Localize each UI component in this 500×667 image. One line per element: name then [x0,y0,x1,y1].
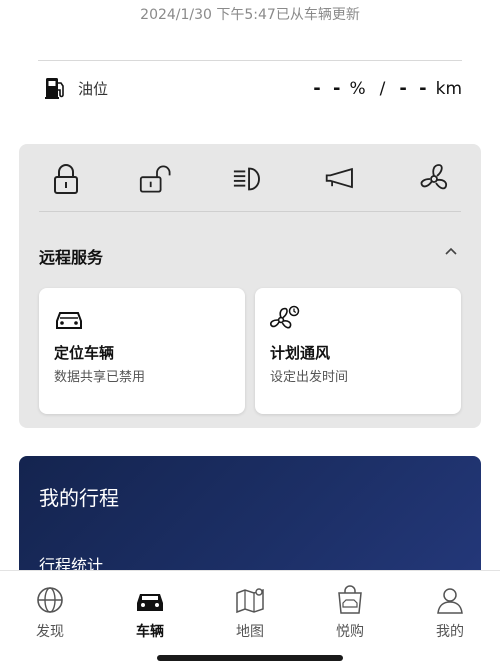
tab-discover[interactable]: 发现 [10,585,90,641]
range-value: - - [399,77,430,99]
tab-label: 发现 [36,624,64,640]
unlock-icon [139,165,171,193]
headlight-button[interactable] [232,162,268,196]
fuel-values: - - % / - - km [313,78,462,99]
home-indicator [157,655,343,661]
remote-control-card: 远程服务 定位车辆 数据共享已禁用 计划通风 设定出发时间 [19,144,481,428]
locate-vehicle-tile[interactable]: 定位车辆 数据共享已禁用 [39,288,245,414]
tile-title: 计划通风 [270,344,331,362]
headlight-icon [233,167,260,191]
divider [39,211,461,212]
shopping-bag-icon [338,585,362,614]
lock-button[interactable] [48,162,84,196]
car-icon [56,312,82,329]
tab-label: 地图 [236,624,264,640]
fan-schedule-icon [270,305,300,329]
horn-icon [325,167,353,189]
tab-shop[interactable]: 悦购 [310,585,390,641]
chevron-up-icon[interactable] [441,242,461,262]
unlock-button[interactable] [139,162,175,196]
map-icon [236,588,264,614]
range-unit: km [435,78,462,99]
fuel-percent-unit: % [349,78,366,99]
divider [38,60,462,61]
lock-icon [54,164,78,194]
tile-subtitle: 设定出发时间 [270,370,349,385]
fuel-pump-icon [45,78,64,99]
ventilation-button[interactable] [416,162,452,196]
quick-controls-row [19,162,481,196]
fuel-separator: / [379,78,386,99]
last-updated-text: 2024/1/30 下午5:47已从车辆更新 [140,7,360,23]
fuel-label: 油位 [78,79,109,98]
tab-profile[interactable]: 我的 [410,585,490,641]
bottom-tab-bar: 发现 车辆 地图 悦购 我的 [0,570,500,667]
globe-icon [37,587,63,613]
tab-label: 悦购 [336,624,364,640]
tile-title: 定位车辆 [54,344,115,362]
tile-subtitle: 数据共享已禁用 [54,370,146,385]
person-icon [437,588,463,614]
horn-button[interactable] [324,162,360,196]
fuel-level-row[interactable]: 油位 - - % / - - km [44,74,462,102]
tab-map[interactable]: 地图 [210,585,290,641]
tab-vehicle[interactable]: 车辆 [110,585,190,641]
remote-service-title: 远程服务 [39,248,104,267]
tab-label: 车辆 [136,624,164,640]
fan-icon [420,164,448,190]
trip-title: 我的行程 [39,486,119,510]
car-icon [137,594,163,611]
scheduled-ventilation-tile[interactable]: 计划通风 设定出发时间 [255,288,461,414]
tab-label: 我的 [436,624,464,640]
fuel-percent-value: - - [313,77,344,99]
